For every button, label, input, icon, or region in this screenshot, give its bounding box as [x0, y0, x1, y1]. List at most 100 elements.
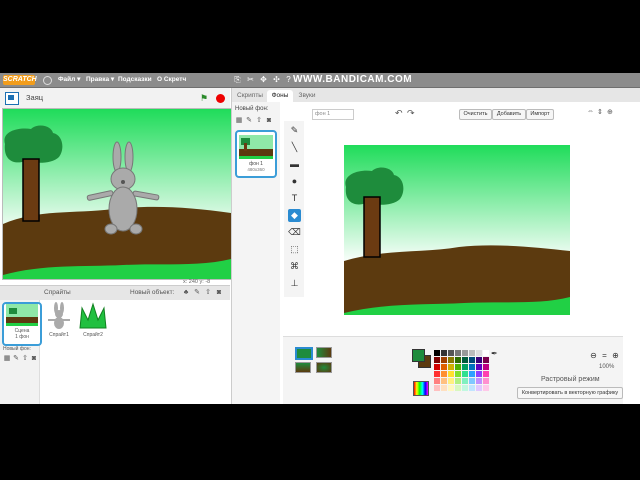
palette-swatch[interactable]	[469, 350, 475, 356]
palette-swatch[interactable]	[469, 385, 475, 391]
palette-swatch[interactable]	[483, 364, 489, 370]
upload-icon[interactable]: ⇧	[204, 289, 212, 297]
palette-swatch[interactable]	[448, 371, 454, 377]
palette-swatch[interactable]	[483, 350, 489, 356]
duplicate-icon[interactable]: ⎘	[233, 75, 242, 84]
bg-upload-icon[interactable]: ⇧	[255, 117, 263, 125]
set-center-icon[interactable]: ⊕	[607, 108, 615, 117]
palette-swatch[interactable]	[448, 357, 454, 363]
primary-color-swatch[interactable]	[412, 349, 425, 362]
convert-to-vector-button[interactable]: Конвертировать в векторную графику	[517, 387, 623, 399]
palette-swatch[interactable]	[434, 378, 440, 384]
camera-icon[interactable]: ◙	[215, 289, 223, 297]
palette-swatch[interactable]	[469, 364, 475, 370]
redo-icon[interactable]: ↷	[407, 108, 415, 119]
zoom-in-icon[interactable]: ⊕	[611, 351, 620, 360]
palette-swatch[interactable]	[441, 364, 447, 370]
bg-library-icon[interactable]: ▦	[235, 117, 243, 125]
color-spectrum-button[interactable]	[413, 381, 429, 396]
add-button[interactable]: Добавить	[492, 109, 526, 120]
palette-swatch[interactable]	[441, 378, 447, 384]
palette-swatch[interactable]	[434, 350, 440, 356]
palette-swatch[interactable]	[455, 371, 461, 377]
stage-thumbnail[interactable]: Сцена 1 фон	[2, 302, 42, 346]
menu-about[interactable]: О Скретч	[157, 73, 186, 87]
palette-swatch[interactable]	[483, 378, 489, 384]
library-icon[interactable]: ♣	[182, 289, 190, 297]
brush-icon[interactable]: ✎	[288, 124, 301, 137]
sprite-rabbit-thumb[interactable]: Спрайт1	[42, 302, 76, 338]
backdrop-camera-icon[interactable]: ◙	[30, 355, 38, 363]
palette-swatch[interactable]	[483, 357, 489, 363]
delete-icon[interactable]: ✂	[246, 75, 255, 84]
backdrop-item[interactable]: фон 1 480x360	[235, 130, 277, 178]
palette-swatch[interactable]	[434, 357, 440, 363]
palette-swatch[interactable]	[469, 378, 475, 384]
text-icon[interactable]: T	[288, 192, 301, 205]
fill-radial-gradient-option[interactable]	[316, 362, 332, 373]
palette-swatch[interactable]	[476, 378, 482, 384]
import-button[interactable]: Импорт	[526, 109, 554, 120]
palette-swatch[interactable]	[434, 371, 440, 377]
backdrop-name-input[interactable]: фон 1	[312, 109, 354, 120]
palette-swatch[interactable]	[448, 350, 454, 356]
bg-paint-icon[interactable]: ✎	[245, 117, 253, 125]
palette-swatch[interactable]	[476, 357, 482, 363]
globe-icon[interactable]	[43, 76, 52, 85]
palette-swatch[interactable]	[448, 364, 454, 370]
palette-swatch[interactable]	[462, 350, 468, 356]
palette-swatch[interactable]	[455, 350, 461, 356]
line-icon[interactable]: ╲	[288, 141, 301, 154]
palette-swatch[interactable]	[455, 364, 461, 370]
stage-canvas[interactable]	[2, 108, 232, 280]
palette-swatch[interactable]	[448, 378, 454, 384]
palette-swatch[interactable]	[462, 371, 468, 377]
palette-swatch[interactable]	[434, 364, 440, 370]
green-flag-icon[interactable]: ⚑	[200, 94, 208, 103]
zoom-out-icon[interactable]: ⊖	[589, 351, 598, 360]
fullscreen-icon[interactable]	[5, 92, 19, 105]
clear-button[interactable]: Очистить	[459, 109, 492, 120]
palette-swatch[interactable]	[469, 357, 475, 363]
palette-swatch[interactable]	[455, 385, 461, 391]
fill-horizontal-gradient-option[interactable]	[316, 347, 332, 358]
fill-icon[interactable]: ◆	[288, 209, 301, 222]
tab-scripts[interactable]: Скрипты	[234, 90, 266, 102]
tab-sounds[interactable]: Звуки	[294, 90, 320, 102]
shrink-icon[interactable]: ✣	[272, 75, 281, 84]
palette-swatch[interactable]	[448, 385, 454, 391]
palette-swatch[interactable]	[441, 385, 447, 391]
palette-swatch[interactable]	[476, 371, 482, 377]
zoom-reset-icon[interactable]: =	[600, 351, 609, 360]
menu-edit[interactable]: Правка ▾	[86, 73, 114, 87]
palette-swatch[interactable]	[483, 371, 489, 377]
undo-icon[interactable]: ↶	[395, 108, 403, 119]
backdrop-paint-icon[interactable]: ✎	[12, 355, 20, 363]
fill-vertical-gradient-option[interactable]	[295, 362, 311, 373]
eraser-icon[interactable]: ⌫	[288, 226, 301, 239]
stamp-icon[interactable]: ⊥	[288, 277, 301, 290]
palette-swatch[interactable]	[441, 350, 447, 356]
palette-swatch[interactable]	[476, 350, 482, 356]
flip-vertical-icon[interactable]: ⇕	[597, 108, 605, 117]
flip-horizontal-icon[interactable]: ⇔	[587, 108, 595, 117]
stop-icon[interactable]	[216, 94, 225, 103]
palette-swatch[interactable]	[441, 357, 447, 363]
palette-swatch[interactable]	[462, 385, 468, 391]
bg-camera-icon[interactable]: ◙	[265, 117, 273, 125]
scratch-logo[interactable]: SCRATCH	[3, 75, 37, 85]
eyedropper-icon[interactable]: ✒	[491, 349, 500, 358]
palette-swatch[interactable]	[483, 385, 489, 391]
sprite-grass-thumb[interactable]: Спрайт2	[76, 302, 110, 338]
menu-tips[interactable]: Подсказки	[118, 73, 152, 87]
rectangle-icon[interactable]: ▬	[288, 158, 301, 171]
backdrop-library-icon[interactable]: ▦	[3, 355, 11, 363]
palette-swatch[interactable]	[469, 371, 475, 377]
backdrop-upload-icon[interactable]: ⇧	[21, 355, 29, 363]
remove-background-icon[interactable]: ⌘	[288, 260, 301, 273]
ellipse-icon[interactable]: ●	[288, 175, 301, 188]
palette-swatch[interactable]	[434, 385, 440, 391]
help-icon[interactable]: ?	[284, 75, 293, 84]
palette-swatch[interactable]	[476, 364, 482, 370]
palette-swatch[interactable]	[455, 357, 461, 363]
